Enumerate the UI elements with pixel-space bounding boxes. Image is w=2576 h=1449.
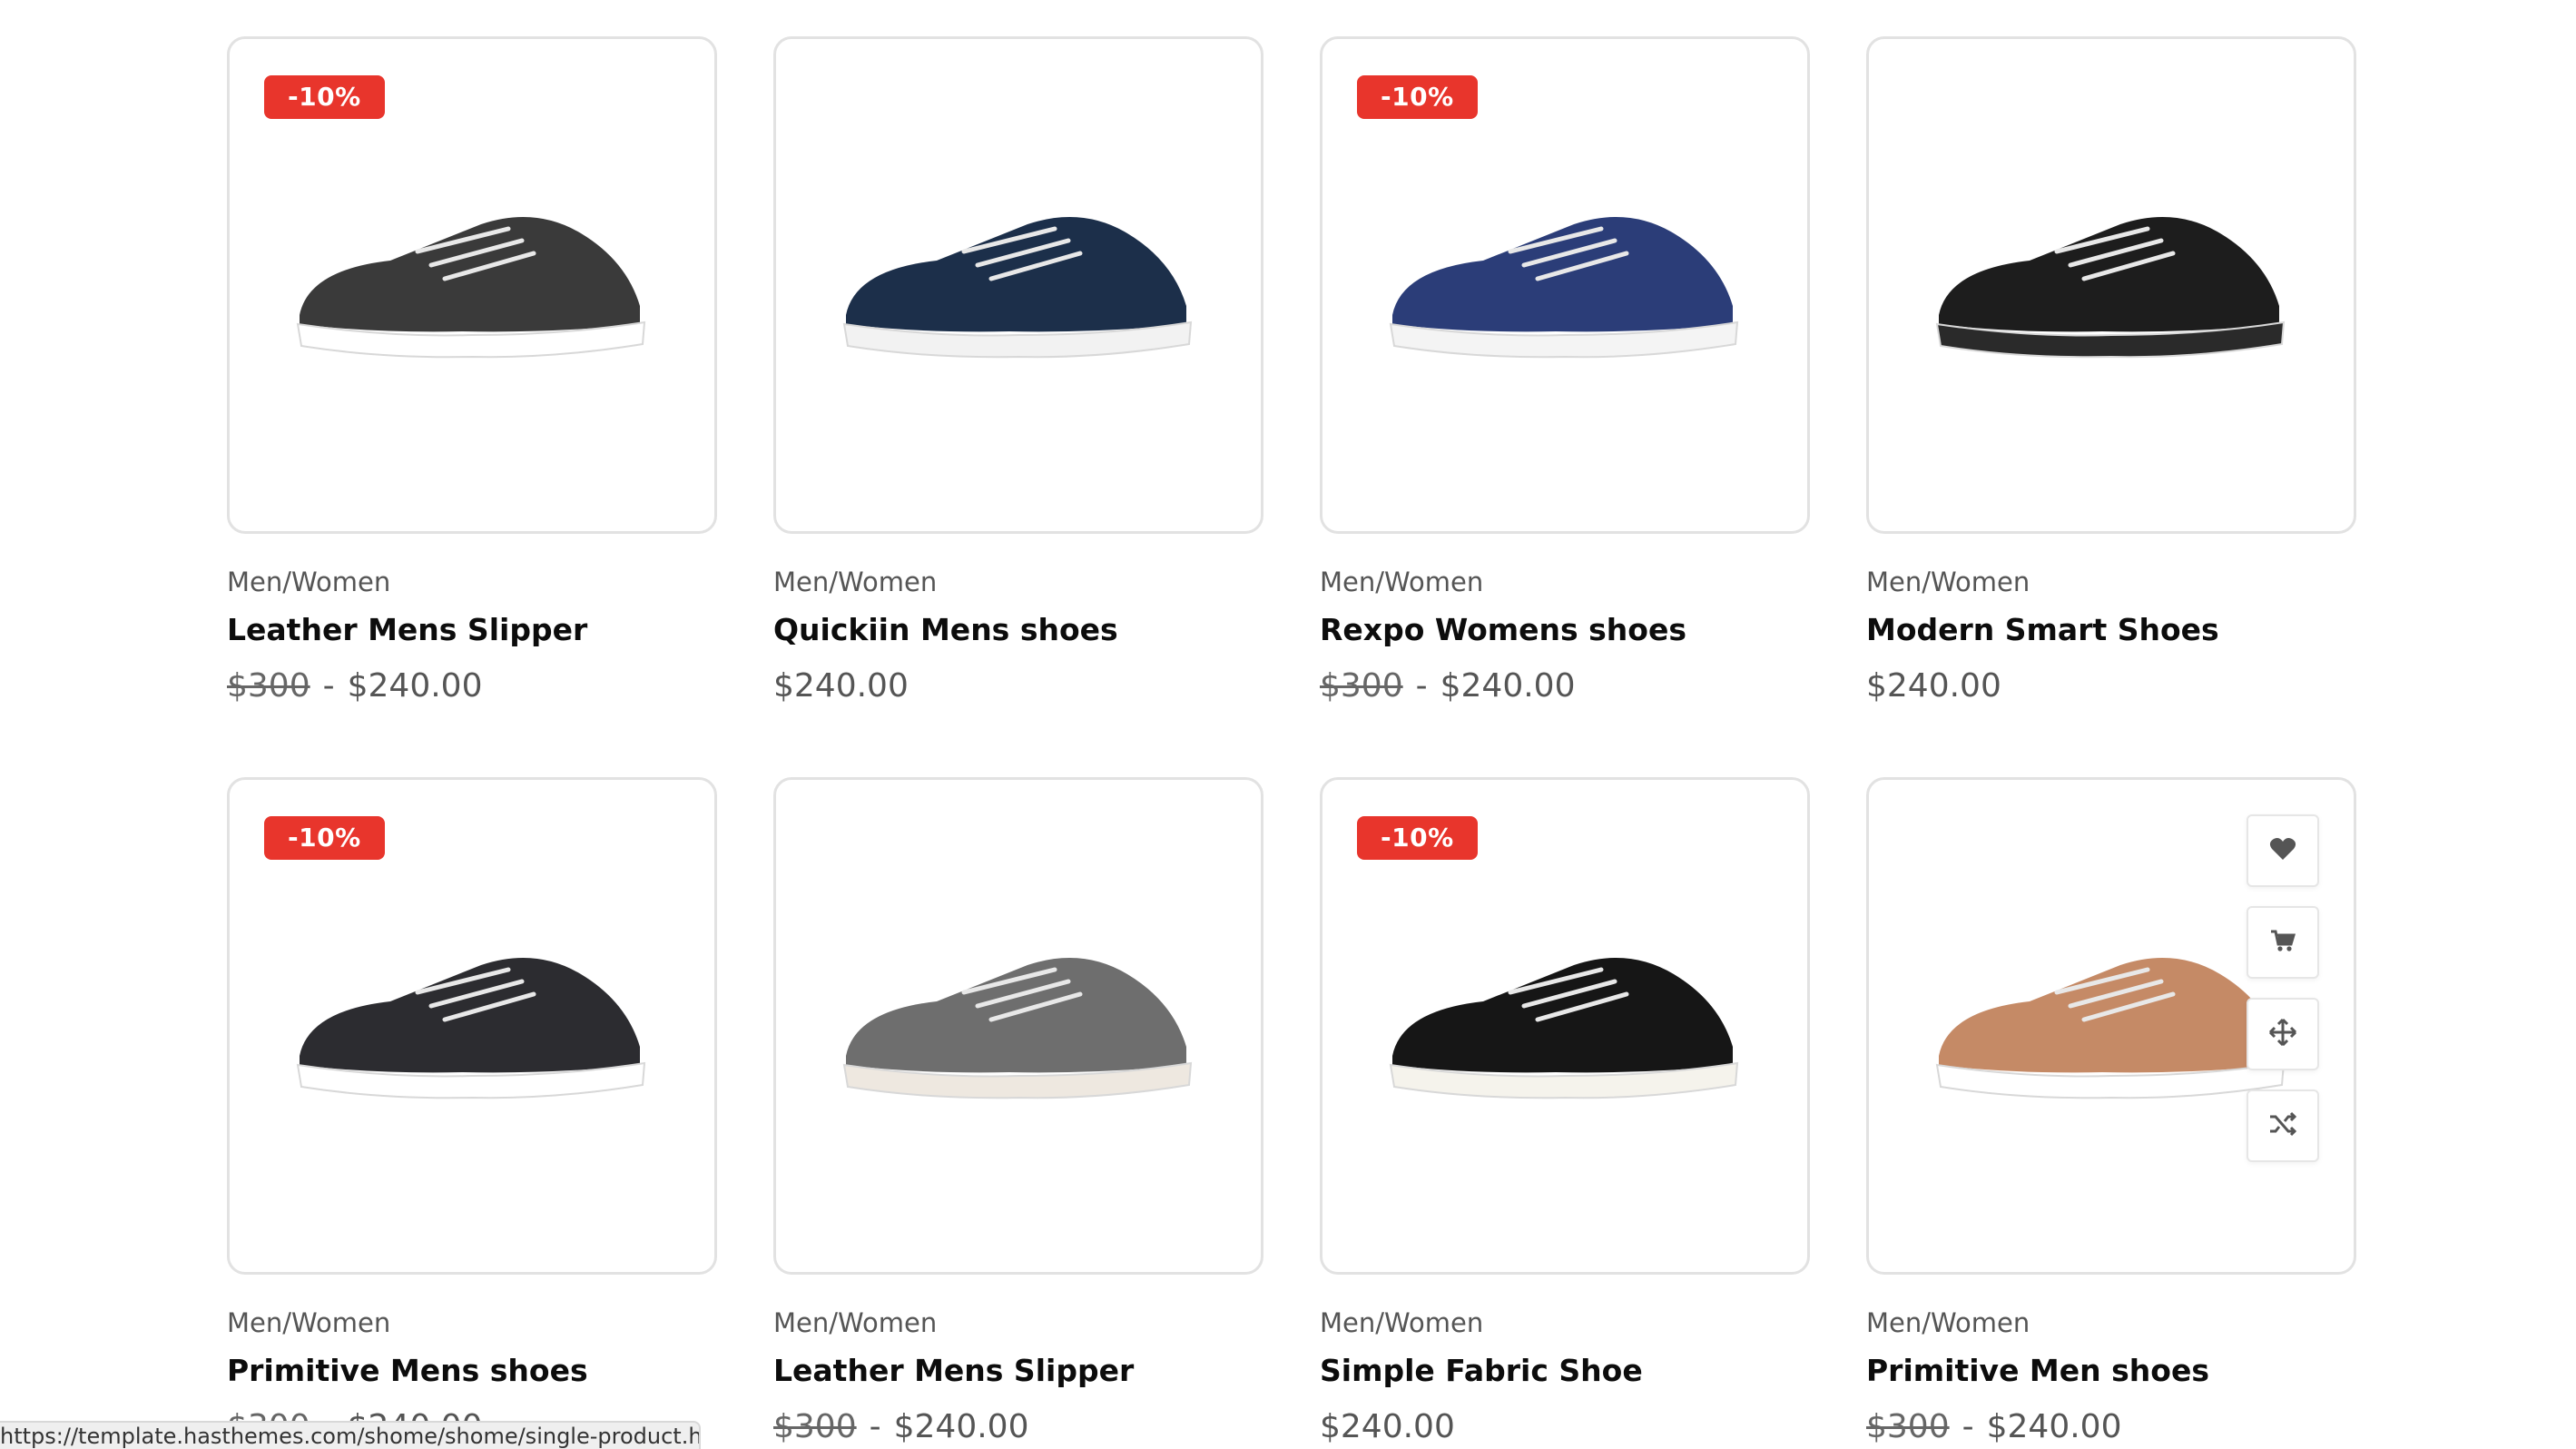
product-thumbnail[interactable]: -10% (227, 777, 717, 1275)
product-title[interactable]: Quickiin Mens shoes (773, 612, 1263, 647)
current-price: $240.00 (1866, 667, 2001, 705)
product-category[interactable]: Men/Women (1320, 1307, 1810, 1338)
product-thumbnail[interactable]: -10% (227, 36, 717, 534)
product-card[interactable]: Men/Women Quickiin Mens shoes $240.00 (773, 36, 1263, 777)
old-price: $300 (1866, 1408, 1950, 1445)
current-price: $240.00 (1986, 1408, 2122, 1445)
wishlist-button[interactable] (2247, 814, 2319, 887)
product-card[interactable]: -10% Men/Women Simple Fabric Shoe $240.0… (1320, 777, 1810, 1449)
compare-icon (2268, 1111, 2297, 1140)
quick-view-icon (2268, 1018, 2297, 1050)
shoe-image[interactable] (281, 929, 663, 1123)
link-status-bar: https://template.hasthemes.com/shome/sho… (0, 1421, 701, 1449)
product-thumbnail[interactable] (1866, 777, 2356, 1275)
product-image[interactable] (828, 188, 1209, 379)
old-price: $300 (1320, 667, 1403, 705)
add-to-cart-icon (2269, 928, 2296, 957)
product-image[interactable] (281, 929, 663, 1119)
product-thumbnail[interactable] (1866, 36, 2356, 534)
product-title[interactable]: Simple Fabric Shoe (1320, 1353, 1810, 1388)
shoe-image[interactable] (1921, 929, 2302, 1123)
product-price: $300-$240.00 (1320, 667, 1810, 705)
product-thumbnail[interactable]: -10% (1320, 777, 1810, 1275)
shoe-image[interactable] (281, 188, 663, 382)
product-title[interactable]: Primitive Mens shoes (227, 1353, 717, 1388)
product-image[interactable] (1374, 188, 1755, 379)
product-category[interactable]: Men/Women (227, 567, 717, 597)
product-category[interactable]: Men/Women (1866, 1307, 2356, 1338)
compare-button[interactable] (2247, 1089, 2319, 1162)
product-card[interactable]: -10% Men/Women Primitive Mens shoes $300… (227, 777, 717, 1449)
wishlist-icon (2269, 836, 2296, 865)
shoe-image[interactable] (828, 929, 1209, 1123)
product-price: $240.00 (773, 667, 1263, 705)
product-hover-actions (2247, 814, 2319, 1162)
shoe-image[interactable] (828, 188, 1209, 382)
product-category[interactable]: Men/Women (1866, 567, 2356, 597)
product-price: $300-$240.00 (1866, 1408, 2356, 1445)
product-title[interactable]: Primitive Men shoes (1866, 1353, 2356, 1388)
product-image[interactable] (1921, 188, 2302, 379)
product-category[interactable]: Men/Women (773, 567, 1263, 597)
price-separator: - (322, 667, 335, 705)
product-image[interactable] (1374, 929, 1755, 1119)
discount-badge: -10% (264, 816, 385, 860)
old-price: $300 (773, 1408, 857, 1445)
product-price: $240.00 (1320, 1408, 1810, 1445)
old-price: $300 (227, 667, 310, 705)
product-card[interactable]: Men/Women Primitive Men shoes $300- $240.… (1866, 777, 2356, 1449)
current-price: $240.00 (893, 1408, 1029, 1445)
status-url: https://template.hasthemes.com/shome/sho… (0, 1424, 701, 1449)
price-separator: - (1961, 1408, 1974, 1445)
product-category[interactable]: Men/Women (773, 1307, 1263, 1338)
product-thumbnail[interactable] (773, 36, 1263, 534)
current-price: $240.00 (773, 667, 909, 705)
price-separator: - (869, 1408, 881, 1445)
current-price: $240.00 (1320, 1408, 1455, 1445)
product-thumbnail[interactable]: -10% (1320, 36, 1810, 534)
product-grid: -10% Men/Women Leather Mens Slipper $300… (227, 36, 2356, 1449)
product-card[interactable]: Men/Women Leather Mens Slipper $300- $240… (773, 777, 1263, 1449)
product-image[interactable] (828, 929, 1209, 1119)
shoe-image[interactable] (1374, 188, 1755, 382)
product-card[interactable]: -10% Men/Women Rexpo Womens shoes $300- $… (1320, 36, 1810, 777)
product-title[interactable]: Leather Mens Slipper (773, 1353, 1263, 1388)
product-card[interactable]: Men/Women Modern Smart Shoes $240.00 (1866, 36, 2356, 777)
current-price: $240.00 (347, 667, 483, 705)
product-card[interactable]: -10% Men/Women Leather Mens Slipper $300… (227, 36, 717, 777)
product-thumbnail[interactable] (773, 777, 1263, 1275)
discount-badge: -10% (264, 75, 385, 119)
product-image[interactable] (1921, 929, 2302, 1119)
current-price: $240.00 (1440, 667, 1576, 705)
shoe-image[interactable] (1374, 929, 1755, 1123)
quick-view-button[interactable] (2247, 998, 2319, 1070)
product-price: $240.00 (1866, 667, 2356, 705)
product-category[interactable]: Men/Women (1320, 567, 1810, 597)
product-price: $300-$240.00 (773, 1408, 1263, 1445)
product-price: $300-$240.00 (227, 667, 717, 705)
product-title[interactable]: Rexpo Womens shoes (1320, 612, 1810, 647)
shoe-image[interactable] (1921, 188, 2302, 382)
product-listing-page: -10% Men/Women Leather Mens Slipper $300… (0, 0, 2576, 1449)
product-title[interactable]: Leather Mens Slipper (227, 612, 717, 647)
price-separator: - (1415, 667, 1428, 705)
discount-badge: -10% (1357, 75, 1478, 119)
product-image[interactable] (281, 188, 663, 379)
add-to-cart-button[interactable] (2247, 906, 2319, 979)
product-title[interactable]: Modern Smart Shoes (1866, 612, 2356, 647)
discount-badge: -10% (1357, 816, 1478, 860)
product-category[interactable]: Men/Women (227, 1307, 717, 1338)
